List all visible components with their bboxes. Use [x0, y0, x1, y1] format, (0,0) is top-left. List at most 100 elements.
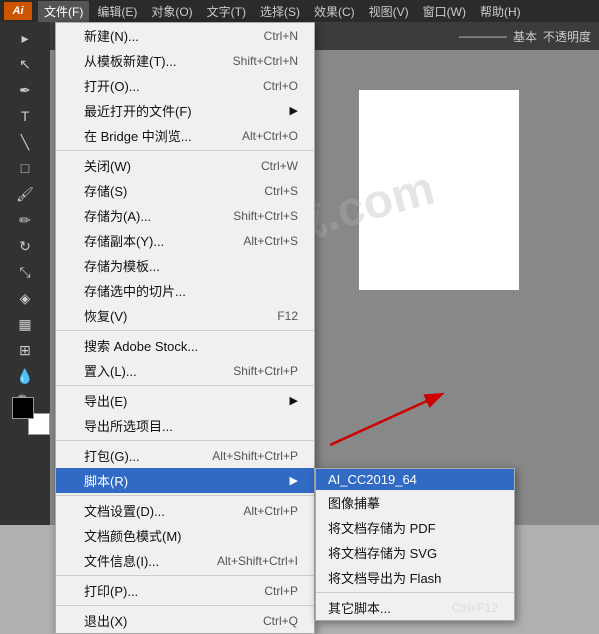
menu-save[interactable]: 存储(S) Ctrl+S [56, 178, 314, 203]
menu-save-label: 存储(S) [84, 181, 127, 200]
menu-stock[interactable]: 搜索 Adobe Stock... [56, 333, 314, 358]
menu-file-info-label: 文件信息(I)... [84, 551, 159, 570]
menu-close-shortcut: Ctrl+W [241, 159, 298, 173]
menu-place-shortcut: Shift+Ctrl+P [213, 364, 298, 378]
sep5 [56, 495, 314, 496]
menu-bridge-shortcut: Alt+Ctrl+O [222, 129, 298, 143]
menu-package-shortcut: Alt+Shift+Ctrl+P [192, 449, 298, 463]
menu-file-info[interactable]: 文件信息(I)... Alt+Shift+Ctrl+I [56, 548, 314, 573]
menu-type[interactable]: 文字(T) [201, 1, 252, 22]
tool-rect[interactable]: □ [13, 156, 37, 180]
file-menu-dropdown: 新建(N)... Ctrl+N 从模板新建(T)... Shift+Ctrl+N… [55, 22, 315, 634]
menu-new[interactable]: 新建(N)... Ctrl+N [56, 23, 314, 48]
line-style-label: ———— [459, 29, 507, 43]
menu-color-mode-label: 文档颜色模式(M) [84, 526, 182, 545]
menu-save-as-shortcut: Shift+Ctrl+S [213, 209, 298, 223]
menu-export-selected[interactable]: 导出所选项目... [56, 413, 314, 438]
menu-revert-label: 恢复(V) [84, 306, 127, 325]
menu-revert-shortcut: F12 [257, 309, 298, 323]
menu-recent-label: 最近打开的文件(F) [84, 101, 192, 120]
menu-effect[interactable]: 效果(C) [308, 1, 361, 22]
menu-color-mode[interactable]: 文档颜色模式(M) [56, 523, 314, 548]
artboard [359, 90, 519, 290]
tool-scale[interactable]: ⤡ [13, 260, 37, 284]
menu-window[interactable]: 窗口(W) [417, 1, 472, 22]
tool-mesh[interactable]: ⊞ [13, 338, 37, 362]
menu-bridge[interactable]: 在 Bridge 中浏览... Alt+Ctrl+O [56, 123, 314, 148]
scripts-submenu: AI_CC2019_64 图像捕摹 将文档存储为 PDF 将文档存储为 SVG … [315, 468, 515, 621]
submenu-save-pdf-label: 将文档存储为 PDF [328, 518, 436, 537]
tool-select[interactable]: ▸ [13, 26, 37, 50]
submenu-save-svg-label: 将文档存储为 SVG [328, 543, 437, 562]
menu-export[interactable]: 导出(E) ▶ [56, 388, 314, 413]
menu-edit[interactable]: 编辑(E) [91, 1, 143, 22]
app-logo: Ai [4, 2, 32, 20]
menu-save-slices[interactable]: 存储选中的切片... [56, 278, 314, 303]
menu-place-label: 置入(L)... [84, 361, 137, 380]
tool-eyedrop[interactable]: 💧 [13, 364, 37, 388]
menu-quit-shortcut: Ctrl+Q [243, 614, 298, 628]
tool-brush[interactable]: 🖌 [13, 182, 37, 206]
submenu-ai-cc[interactable]: AI_CC2019_64 [316, 469, 514, 490]
tool-rotate[interactable]: ↻ [13, 234, 37, 258]
menu-bridge-label: 在 Bridge 中浏览... [84, 126, 192, 145]
menu-doc-settings[interactable]: 文档设置(D)... Alt+Ctrl+P [56, 498, 314, 523]
menu-print-shortcut: Ctrl+P [244, 584, 298, 598]
submenu-save-svg[interactable]: 将文档存储为 SVG [316, 540, 514, 565]
menu-scripts-arrow: ▶ [290, 474, 298, 487]
foreground-color[interactable] [12, 397, 34, 419]
menu-package-label: 打包(G)... [84, 446, 140, 465]
tool-pen[interactable]: ✒ [13, 78, 37, 102]
opacity-label: 不透明度 [543, 28, 591, 45]
tool-text[interactable]: T [13, 104, 37, 128]
menu-open[interactable]: 打开(O)... Ctrl+O [56, 73, 314, 98]
submenu-other-shortcut: Ctrl+F12 [432, 601, 498, 615]
menu-save-as[interactable]: 存储为(A)... Shift+Ctrl+S [56, 203, 314, 228]
tool-pencil[interactable]: ✏ [13, 208, 37, 232]
menu-file[interactable]: 文件(F) [38, 1, 89, 22]
menu-new-template-shortcut: Shift+Ctrl+N [213, 54, 298, 68]
menu-package[interactable]: 打包(G)... Alt+Shift+Ctrl+P [56, 443, 314, 468]
menu-place[interactable]: 置入(L)... Shift+Ctrl+P [56, 358, 314, 383]
menu-open-shortcut: Ctrl+O [243, 79, 298, 93]
workspace-label: 基本 [513, 28, 537, 45]
menu-save-as-label: 存储为(A)... [84, 206, 151, 225]
tools-panel: ▸ ↖ ✒ T ╲ □ 🖌 ✏ ↻ ⤡ ◈ ▦ ⊞ 💧 🔍 [0, 22, 50, 525]
submenu-other-scripts[interactable]: 其它脚本... Ctrl+F12 [316, 595, 514, 620]
menu-print[interactable]: 打印(P)... Ctrl+P [56, 578, 314, 603]
menu-help[interactable]: 帮助(H) [474, 1, 527, 22]
menu-save-template-label: 存储为模板... [84, 256, 160, 275]
tool-blend[interactable]: ◈ [13, 286, 37, 310]
sep3 [56, 385, 314, 386]
toolbar-right: ———— 基本 不透明度 [459, 28, 591, 45]
submenu-image-trace[interactable]: 图像捕摹 [316, 490, 514, 515]
menu-quit-label: 退出(X) [84, 611, 127, 630]
menu-save-template[interactable]: 存储为模板... [56, 253, 314, 278]
menu-view[interactable]: 视图(V) [363, 1, 415, 22]
submenu-other-scripts-label: 其它脚本... [328, 598, 391, 617]
tool-line[interactable]: ╲ [13, 130, 37, 154]
menu-close[interactable]: 关闭(W) Ctrl+W [56, 153, 314, 178]
color-boxes [12, 397, 50, 435]
menu-new-template[interactable]: 从模板新建(T)... Shift+Ctrl+N [56, 48, 314, 73]
menu-save-slices-label: 存储选中的切片... [84, 281, 186, 300]
submenu-export-flash[interactable]: 将文档导出为 Flash [316, 565, 514, 590]
menu-revert[interactable]: 恢复(V) F12 [56, 303, 314, 328]
menu-scripts[interactable]: 脚本(R) ▶ AI_CC2019_64 图像捕摹 将文档存储为 PDF 将文档… [56, 468, 314, 493]
menu-new-template-label: 从模板新建(T)... [84, 51, 176, 70]
menu-save-shortcut: Ctrl+S [244, 184, 298, 198]
tool-direct[interactable]: ↖ [13, 52, 37, 76]
sep2 [56, 330, 314, 331]
tool-gradient[interactable]: ▦ [13, 312, 37, 336]
menu-print-label: 打印(P)... [84, 581, 138, 600]
menu-recent-arrow: ▶ [290, 104, 298, 117]
menu-object[interactable]: 对象(O) [145, 1, 198, 22]
menu-quit[interactable]: 退出(X) Ctrl+Q [56, 608, 314, 633]
menu-select[interactable]: 选择(S) [254, 1, 306, 22]
menu-recent[interactable]: 最近打开的文件(F) ▶ [56, 98, 314, 123]
submenu-ai-cc-label: AI_CC2019_64 [328, 472, 417, 487]
menu-save-copy[interactable]: 存储副本(Y)... Alt+Ctrl+S [56, 228, 314, 253]
menu-scripts-label: 脚本(R) [84, 471, 128, 490]
menu-open-label: 打开(O)... [84, 76, 140, 95]
submenu-save-pdf[interactable]: 将文档存储为 PDF [316, 515, 514, 540]
